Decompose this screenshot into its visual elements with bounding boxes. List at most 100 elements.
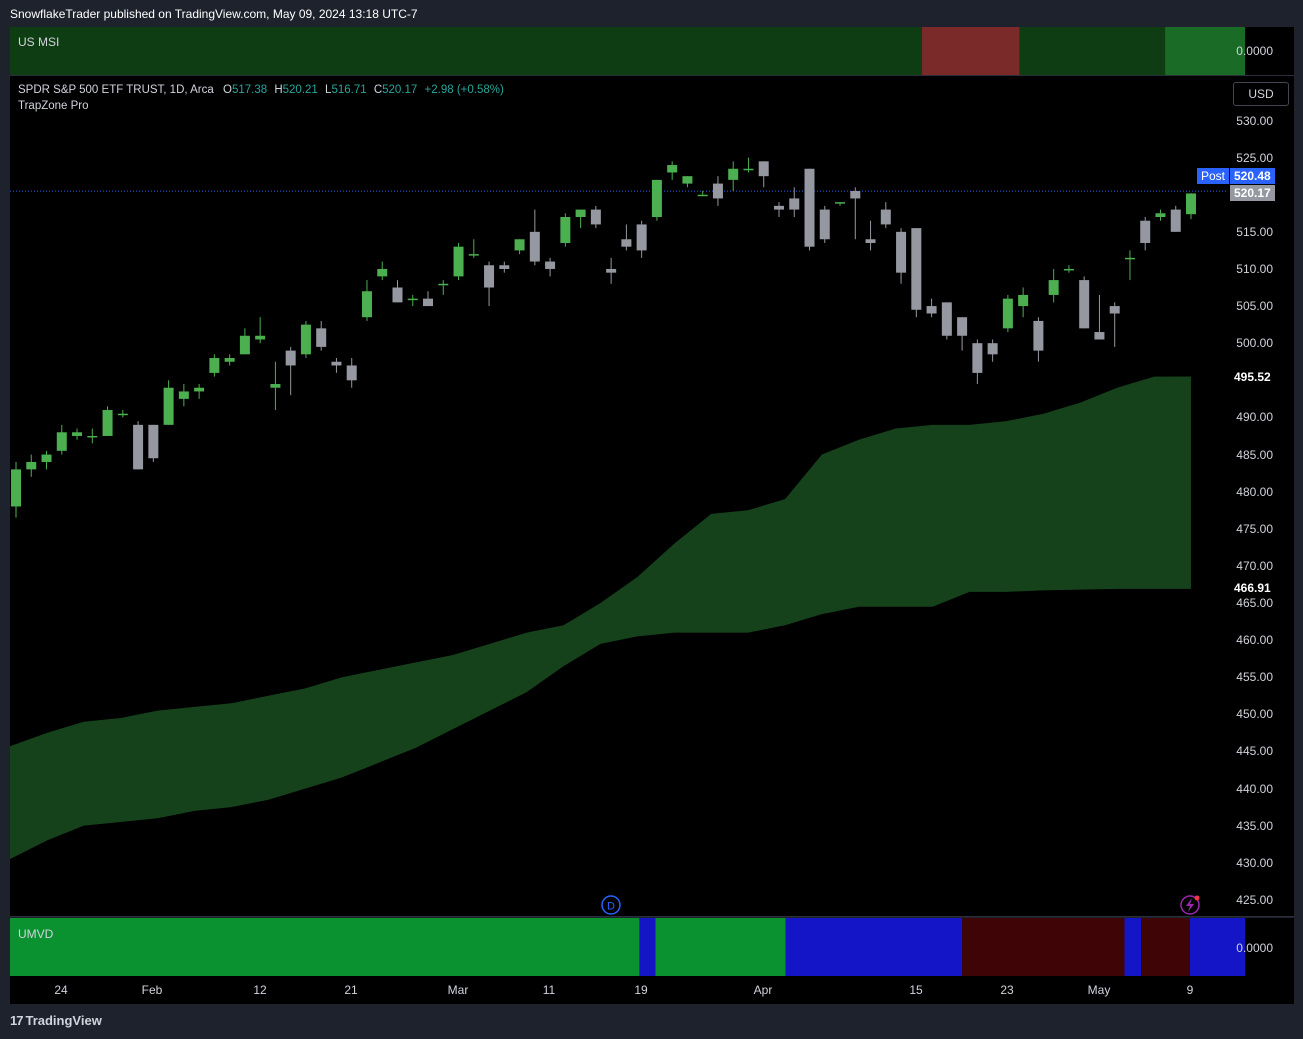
change-value: +2.98 (+0.58%): [424, 84, 504, 96]
candle-body: [896, 231, 907, 273]
candle-body: [667, 165, 678, 173]
price-tick-label: 470.00: [1236, 558, 1273, 573]
candle-body: [1018, 294, 1029, 307]
post-price-badge: 520.48: [1230, 168, 1275, 184]
candle-body: [972, 343, 983, 373]
price-tick-label: 475.00: [1236, 521, 1273, 536]
candle-body: [56, 432, 67, 451]
price-tick-label: 430.00: [1236, 855, 1273, 870]
open-label: O: [222, 84, 232, 96]
msi-label: US MSI: [18, 35, 60, 49]
zone-bottom-badge: 466.91: [1230, 580, 1275, 596]
candle-body: [423, 298, 434, 307]
high-value: 520.21: [282, 84, 318, 96]
candle-body: [789, 198, 800, 210]
candle-body: [1079, 280, 1090, 329]
candle-body: [850, 191, 861, 199]
candle-body: [239, 335, 250, 355]
candle-body: [361, 291, 372, 318]
time-tick-label: 9: [1186, 983, 1194, 997]
price-tick-label: 515.00: [1236, 224, 1273, 239]
candle-body: [1109, 306, 1120, 314]
price-tick-label: 435.00: [1236, 818, 1273, 833]
trapzone-cloud: [10, 376, 1191, 860]
candle-body: [270, 384, 281, 388]
candle-body: [1048, 280, 1059, 295]
price-tick-label: 450.00: [1236, 707, 1273, 722]
umvd-segment: [639, 918, 656, 976]
candle-body: [392, 287, 403, 303]
close-value: 520.17: [382, 84, 418, 96]
candle-body: [194, 387, 205, 392]
time-tick-label: 19: [634, 983, 648, 997]
candle-body: [1186, 193, 1196, 215]
candle-body: [606, 268, 617, 273]
chart-canvas[interactable]: D: [0, 0, 1303, 1039]
candle-body: [697, 194, 708, 197]
candle-body: [11, 469, 21, 507]
candle-body: [117, 413, 128, 416]
time-tick-label: Mar: [447, 983, 469, 997]
candle-body: [346, 365, 357, 381]
candle-body: [331, 361, 342, 366]
candle-body: [178, 391, 189, 399]
candle-body: [743, 168, 754, 171]
candle-body: [1002, 298, 1013, 329]
candle-body: [758, 161, 769, 177]
tradingview-brand: TradingView: [25, 1013, 102, 1028]
candle-body: [224, 358, 235, 362]
candle-body: [1063, 268, 1074, 271]
umvd-segment: [785, 918, 963, 976]
open-value: 517.38: [231, 84, 268, 96]
time-tick-label: 21: [344, 983, 358, 997]
candle-body: [575, 209, 586, 217]
candle-body: [26, 461, 37, 470]
candle-body: [499, 265, 510, 269]
price-tick-label: 460.00: [1236, 633, 1273, 648]
price-tick-label: 525.00: [1236, 150, 1273, 165]
candle-body: [835, 202, 846, 204]
candle-body: [255, 335, 266, 340]
umvd-segment: [655, 918, 786, 976]
time-tick-label: Apr: [753, 983, 773, 997]
time-tick-label: 12: [253, 983, 267, 997]
time-tick-label: Feb: [141, 983, 163, 997]
tradingview-footer[interactable]: 17 TradingView: [10, 1013, 102, 1028]
candle-body: [514, 239, 525, 251]
candle-body: [957, 317, 968, 336]
candle-body: [728, 168, 739, 180]
tradingview-logo-icon: 17: [10, 1013, 24, 1028]
candle-body: [377, 268, 388, 277]
price-tick-label: 490.00: [1236, 410, 1273, 425]
candle-body: [1140, 220, 1151, 243]
price-tick-label: 465.00: [1236, 595, 1273, 610]
low-value: 516.71: [331, 84, 367, 96]
candle-body: [1124, 257, 1135, 260]
price-tick-label: 480.00: [1236, 484, 1273, 499]
price-tick-label: 505.00: [1236, 299, 1273, 314]
candle-body: [484, 265, 495, 288]
candle-body: [545, 261, 556, 269]
time-tick-label: May: [1087, 983, 1111, 997]
price-tick-label: 530.00: [1236, 113, 1273, 128]
close-label: C: [373, 84, 383, 96]
high-label: H: [274, 84, 283, 96]
candle-body: [773, 205, 784, 210]
candle-body: [316, 328, 327, 347]
indicator-name[interactable]: TrapZone Pro: [18, 100, 504, 112]
currency-button[interactable]: USD: [1233, 82, 1289, 106]
candle-body: [209, 358, 220, 373]
price-tick-label: 500.00: [1236, 336, 1273, 351]
candle-body: [865, 239, 876, 243]
candle-body: [72, 432, 83, 436]
candle-body: [926, 306, 937, 314]
candle-body: [529, 231, 540, 262]
msi-value: 0.0000: [1236, 44, 1273, 58]
candle-body: [682, 176, 693, 184]
time-tick-label: 23: [1000, 983, 1014, 997]
candle-body: [1033, 320, 1044, 351]
price-tick-label: 510.00: [1236, 261, 1273, 276]
symbol-title[interactable]: SPDR S&P 500 ETF TRUST, 1D, Arca: [18, 84, 214, 96]
candle-body: [163, 387, 174, 425]
candle-body: [468, 254, 479, 256]
